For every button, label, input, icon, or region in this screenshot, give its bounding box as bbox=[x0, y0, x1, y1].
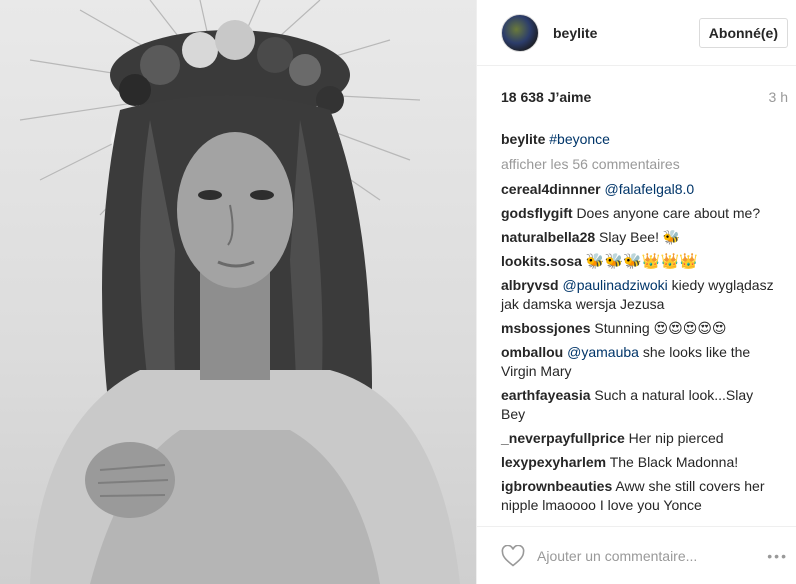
caption-username[interactable]: beylite bbox=[501, 131, 545, 147]
comment-username[interactable]: msbossjones bbox=[501, 320, 590, 336]
heart-icon[interactable] bbox=[501, 544, 525, 567]
post-meta: 18 638 J’aime 3 h bbox=[477, 66, 796, 128]
comment-username[interactable]: igbrownbeauties bbox=[501, 478, 612, 494]
author-username[interactable]: beylite bbox=[553, 25, 699, 41]
comment-username[interactable]: omballou bbox=[501, 344, 563, 360]
comment-text: Does anyone care about me? bbox=[576, 205, 761, 221]
post-container: beylite Abonné(e) 18 638 J’aime 3 h beyl… bbox=[0, 0, 796, 584]
comment-username[interactable]: godsflygift bbox=[501, 205, 573, 221]
comment-item: lexypexyharlem The Black Madonna! bbox=[501, 453, 780, 472]
comment-item: cereal4dinnner @falafelgal8.0 bbox=[501, 180, 780, 199]
comment-username[interactable]: naturalbella28 bbox=[501, 229, 595, 245]
comment-username[interactable]: albryvsd bbox=[501, 277, 559, 293]
comment-item: msbossjones Stunning 😍😍😍😍😍 bbox=[501, 319, 780, 338]
post-timestamp[interactable]: 3 h bbox=[769, 89, 788, 105]
comment-username[interactable]: lookits.sosa bbox=[501, 253, 582, 269]
add-comment-input[interactable] bbox=[535, 546, 762, 565]
comment-username[interactable]: cereal4dinnner bbox=[501, 181, 601, 197]
comment-footer: ••• bbox=[477, 526, 796, 584]
comment-mention[interactable]: @yamauba bbox=[567, 344, 639, 360]
comment-username[interactable]: _neverpayfullprice bbox=[501, 430, 625, 446]
comment-item: _neverpayfullprice Her nip pierced bbox=[501, 429, 780, 448]
comment-text: Her nip pierced bbox=[628, 430, 724, 446]
comment-item: godsflygift Does anyone care about me? bbox=[501, 204, 780, 223]
comment-text: Slay Bee! 🐝 bbox=[599, 229, 681, 245]
post-photo[interactable] bbox=[0, 0, 477, 584]
comment-mention[interactable]: @falafelgal8.0 bbox=[605, 181, 695, 197]
comment-item: lookits.sosa 🐝🐝🐝👑👑👑 bbox=[501, 252, 780, 271]
likes-count[interactable]: 18 638 J’aime bbox=[501, 89, 591, 105]
comment-item: naturalbella28 Slay Bee! 🐝 bbox=[501, 228, 780, 247]
comments-section: beylite #beyonce afficher les 56 comment… bbox=[477, 130, 796, 515]
comment-text: 🐝🐝🐝👑👑👑 bbox=[585, 253, 698, 270]
post-header: beylite Abonné(e) bbox=[477, 0, 796, 66]
post-sidebar: beylite Abonné(e) 18 638 J’aime 3 h beyl… bbox=[477, 0, 796, 584]
following-button[interactable]: Abonné(e) bbox=[698, 17, 788, 48]
avatar[interactable] bbox=[501, 13, 539, 52]
portrait-image bbox=[19, 0, 460, 584]
view-all-comments-link[interactable]: afficher les 56 commentaires bbox=[501, 155, 780, 174]
comment-username[interactable]: earthfayeasia bbox=[501, 387, 591, 403]
comment-item: albryvsd @paulinadziwoki kiedy wyglądasz… bbox=[501, 276, 780, 314]
comment-text: The Black Madonna! bbox=[609, 454, 739, 470]
comment-username[interactable]: lexypexyharlem bbox=[501, 454, 606, 470]
more-options-icon[interactable]: ••• bbox=[767, 548, 788, 564]
post-caption: beylite #beyonce bbox=[501, 130, 780, 149]
comment-mention[interactable]: @paulinadziwoki bbox=[562, 277, 667, 293]
comment-item: earthfayeasia Such a natural look...Slay… bbox=[501, 386, 780, 424]
comment-item: omballou @yamauba she looks like the Vir… bbox=[501, 343, 780, 381]
comment-item: igbrownbeauties Aww she still covers her… bbox=[501, 477, 780, 515]
caption-hashtag[interactable]: #beyonce bbox=[549, 131, 610, 147]
comment-text: Stunning 😍😍😍😍😍 bbox=[594, 320, 727, 336]
